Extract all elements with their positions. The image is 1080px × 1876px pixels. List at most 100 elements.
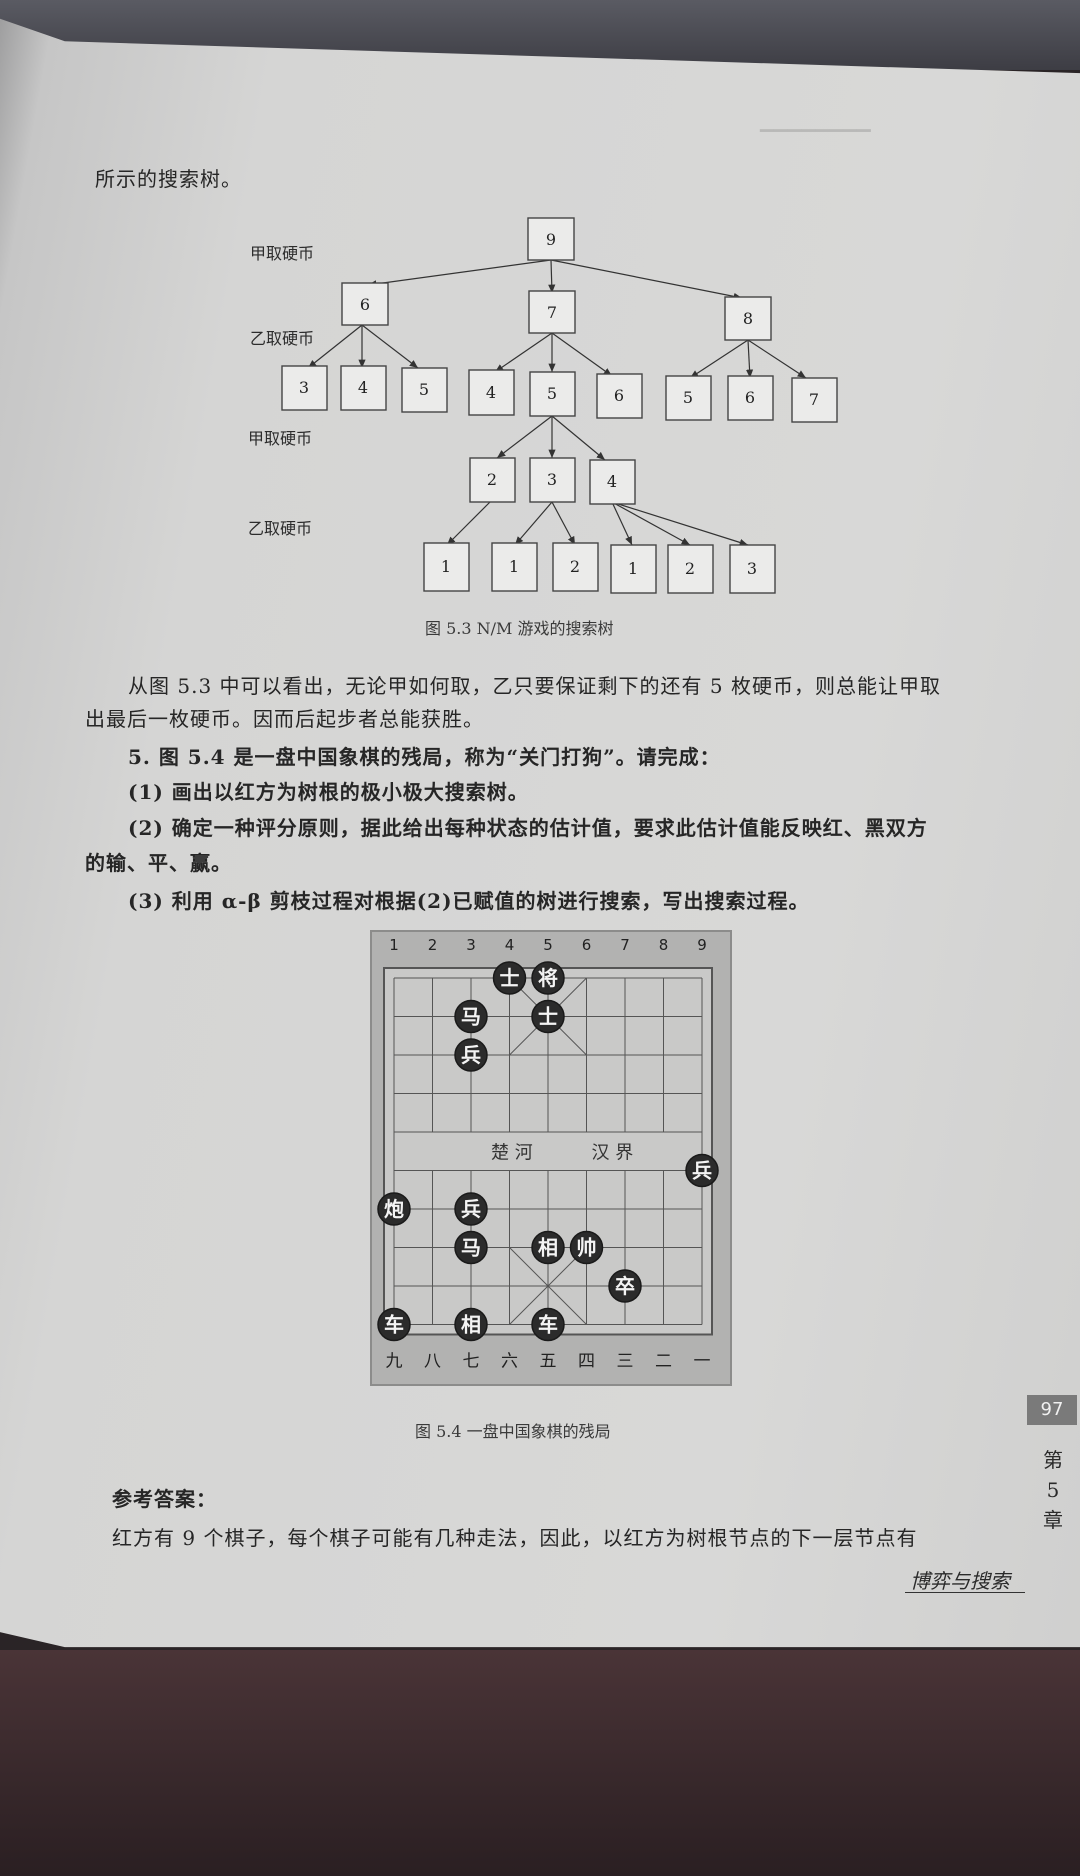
tree-node: 8 xyxy=(724,296,772,341)
file-number-top: 2 xyxy=(428,936,438,954)
chess-piece: 帅 xyxy=(569,1230,604,1265)
chess-piece: 兵 xyxy=(454,1192,488,1226)
paragraph-line-2: 出最后一枚硬币。因而后起步者总能获胜。 xyxy=(85,707,484,731)
file-number-top: 5 xyxy=(543,936,553,954)
chess-piece: 士 xyxy=(531,999,565,1034)
tree-node: 1 xyxy=(491,542,538,592)
chess-piece: 将 xyxy=(531,961,565,995)
chess-piece-label: 马 xyxy=(461,1005,481,1029)
file-number-top: 3 xyxy=(466,936,476,954)
chess-piece-label: 炮 xyxy=(384,1197,404,1221)
tree-node: 3 xyxy=(281,365,328,411)
chess-piece-label: 相 xyxy=(538,1236,558,1260)
svg-text:7: 7 xyxy=(547,303,557,322)
chess-piece: 相 xyxy=(531,1230,565,1265)
file-number-bottom: 一 xyxy=(694,1352,711,1372)
tree-node: 6 xyxy=(596,373,643,419)
file-number-bottom: 三 xyxy=(617,1352,634,1372)
page-number: 97 xyxy=(1027,1395,1077,1425)
chess-piece-label: 兵 xyxy=(461,1043,481,1067)
svg-text:6: 6 xyxy=(614,386,624,405)
background-bottom xyxy=(0,1650,1080,1876)
file-number-bottom: 二 xyxy=(655,1352,672,1372)
svg-text:5: 5 xyxy=(419,380,429,399)
river-label-right: 汉 界 xyxy=(592,1142,634,1163)
paragraph-line-1: 从图 5.3 中可以看出，无论甲如何取，乙只要保证剩下的还有 5 枚硬币，则总能… xyxy=(128,674,941,698)
tree-node: 4 xyxy=(468,369,515,416)
chess-piece-label: 车 xyxy=(538,1313,558,1337)
chess-piece: 马 xyxy=(454,1230,488,1265)
answer-title: 参考答案： xyxy=(112,1487,217,1511)
tree-node: 1 xyxy=(423,542,470,592)
chapter-char-2: 5 xyxy=(1046,1478,1060,1502)
chess-board: 楚 河汉 界1 2 3 4 5 6 7 8 9九八七六五四三二一士 将马 士兵兵炮 兵马相帅卒车相车 xyxy=(377,936,719,1372)
chess-piece: 兵 xyxy=(685,1153,719,1188)
chess-piece: 马 xyxy=(454,999,488,1034)
figure-caption-5-4: 图 5.4 一盘中国象棋的残局 xyxy=(415,1422,611,1441)
svg-text:1: 1 xyxy=(441,557,451,576)
svg-text:7: 7 xyxy=(809,390,819,409)
file-number-bottom: 五 xyxy=(540,1352,557,1372)
file-number-top: 6 xyxy=(582,936,592,954)
tree-node: 4 xyxy=(589,459,636,505)
chess-piece-label: 相 xyxy=(461,1313,481,1337)
tree-node: 4 xyxy=(340,365,387,411)
file-number-bottom: 八 xyxy=(424,1352,441,1372)
chess-piece-label: 车 xyxy=(384,1313,404,1337)
file-number-bottom: 七 xyxy=(463,1352,480,1372)
file-number-top: 1 xyxy=(389,936,399,954)
file-number-bottom: 九 xyxy=(386,1352,403,1372)
question-item-1: (1) 画出以红方为树根的极小极大搜索树。 xyxy=(128,780,529,804)
svg-text:9: 9 xyxy=(546,230,556,249)
svg-text:1: 1 xyxy=(628,559,638,578)
tree-node: 6 xyxy=(341,282,389,326)
tree-node: 5 xyxy=(665,375,712,421)
file-number-top: 7 xyxy=(620,936,630,954)
book-page: ▔▔▔▔▔▔▔▔ 所示的搜索树。 甲取硬币 乙取硬币 甲取硬币 乙取硬币 9 6… xyxy=(0,18,1080,1648)
tree-node: 3 xyxy=(529,457,576,503)
svg-text:3: 3 xyxy=(747,559,757,578)
svg-text:2: 2 xyxy=(487,470,497,489)
svg-text:6: 6 xyxy=(745,388,755,407)
tree-node-root: 9 xyxy=(527,217,575,261)
file-number-top: 9 xyxy=(697,936,707,954)
chess-piece: 相 xyxy=(454,1307,488,1342)
file-number-bottom: 六 xyxy=(501,1352,518,1372)
chapter-char-3: 章 xyxy=(1043,1508,1063,1532)
svg-text:4: 4 xyxy=(486,383,496,402)
svg-text:6: 6 xyxy=(360,295,370,314)
svg-text:2: 2 xyxy=(570,557,580,576)
svg-text:1: 1 xyxy=(509,557,519,576)
tree-node: 5 xyxy=(529,371,576,417)
chess-piece: 兵 xyxy=(454,1038,488,1072)
chess-piece: 卒 xyxy=(608,1269,642,1303)
chess-piece-label: 兵 xyxy=(692,1159,712,1183)
tree-node: 7 xyxy=(528,290,576,334)
tree-node: 1 xyxy=(610,544,657,594)
chapter-tab: 第 5 章 xyxy=(1038,1445,1068,1535)
chess-piece-label: 帅 xyxy=(577,1236,597,1260)
chess-piece: 车 xyxy=(531,1307,565,1342)
svg-text:4: 4 xyxy=(358,378,368,397)
chess-piece: 车 xyxy=(377,1307,411,1342)
chess-piece-label: 士 xyxy=(500,966,520,990)
tree-node: 3 xyxy=(729,544,776,594)
chess-piece-label: 马 xyxy=(461,1236,481,1260)
tree-node: 6 xyxy=(727,375,774,421)
figure-caption-5-3: 图 5.3 N/M 游戏的搜索树 xyxy=(425,619,614,638)
svg-text:2: 2 xyxy=(685,559,695,578)
file-number-top: 4 xyxy=(505,936,515,954)
tree-node: 5 xyxy=(401,367,448,413)
svg-text:5: 5 xyxy=(547,384,557,403)
tree-node: 2 xyxy=(667,544,714,594)
svg-text:3: 3 xyxy=(299,378,309,397)
svg-text:5: 5 xyxy=(683,388,693,407)
search-tree: 9 6 7 8 3 4 5 4 5 6 5 6 7 2 3 4 1 1 2 1 … xyxy=(281,217,838,594)
chess-piece-label: 将 xyxy=(538,966,558,990)
svg-text:3: 3 xyxy=(547,470,557,489)
question-title: 5. 图 5.4 是一盘中国象棋的残局，称为“关门打狗”。请完成： xyxy=(128,745,721,769)
file-number-top: 8 xyxy=(659,936,669,954)
tree-node: 2 xyxy=(469,457,516,503)
file-number-bottom: 四 xyxy=(578,1352,595,1372)
chess-piece: 士 xyxy=(492,961,527,995)
